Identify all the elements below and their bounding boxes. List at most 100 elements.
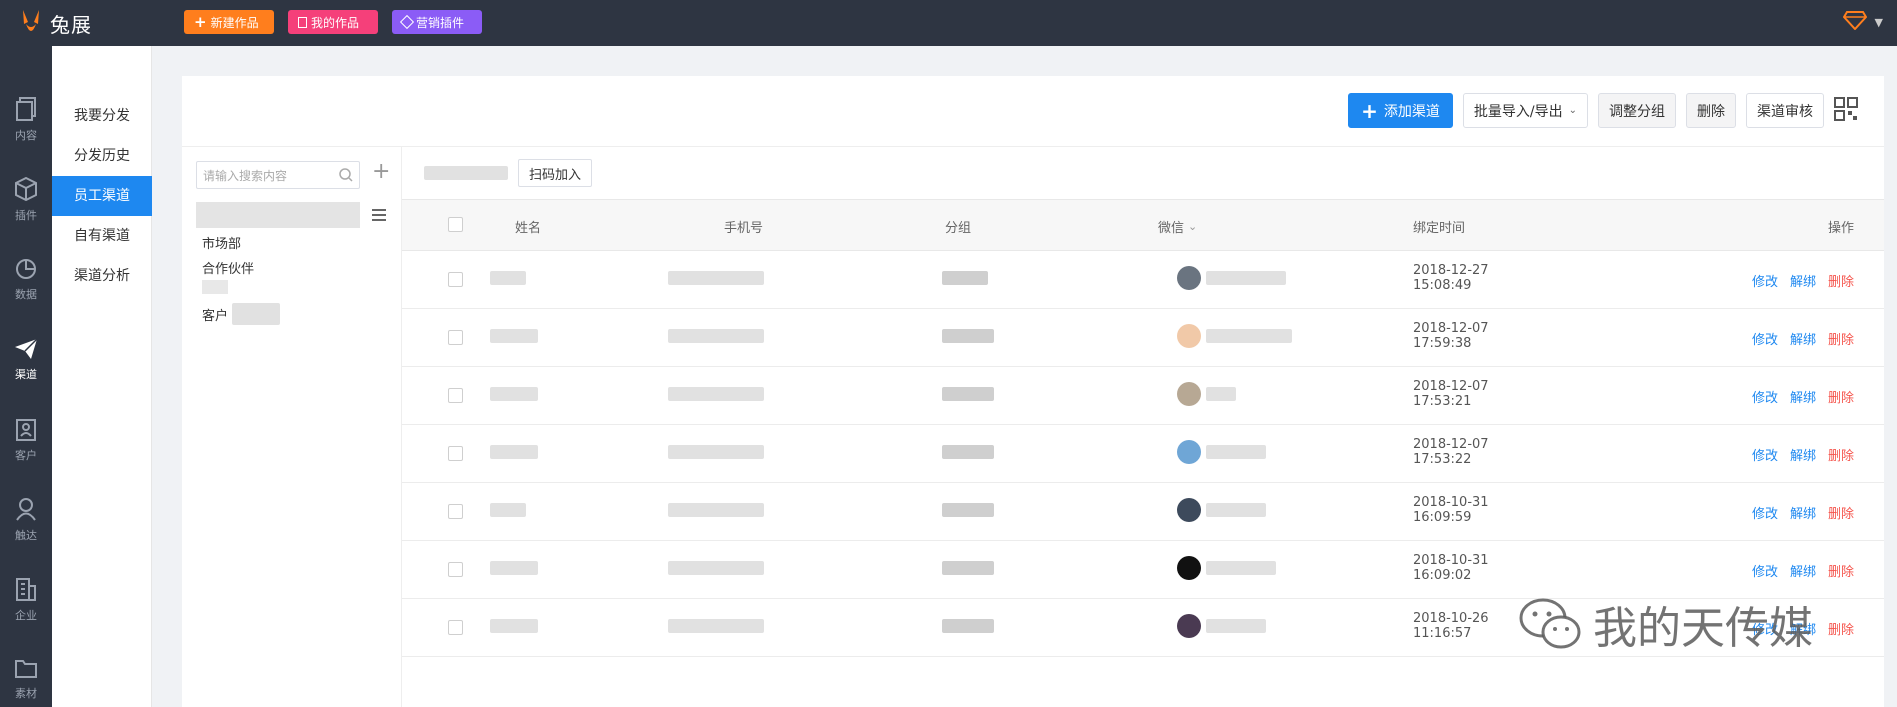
table-row: 2018-12-07 17:53:22 修改 解绑 删除: [402, 425, 1884, 483]
bind-clock: 17:53:22: [1413, 452, 1472, 467]
blurred-name: [490, 619, 538, 633]
blurred-name: [490, 329, 538, 343]
plus-icon: +: [1361, 98, 1378, 123]
bind-clock: 16:09:02: [1413, 568, 1472, 583]
col-wechat[interactable]: 微信 ⌄: [1158, 217, 1197, 236]
rail-item-channel[interactable]: 渠道: [0, 320, 52, 400]
material-icon: [15, 660, 37, 678]
delete-link[interactable]: 删除: [1828, 561, 1854, 580]
subnav-item-channel-analysis[interactable]: 渠道分析: [52, 256, 152, 296]
select-all-checkbox[interactable]: [448, 217, 463, 232]
blurred-wechat: [1206, 271, 1286, 285]
unbind-link[interactable]: 解绑: [1790, 387, 1816, 406]
row-checkbox[interactable]: [448, 504, 463, 519]
blurred-phone: [668, 503, 764, 517]
caret-down-icon[interactable]: ▼: [1875, 16, 1883, 29]
qrcode-icon[interactable]: [1834, 96, 1858, 125]
delete-link[interactable]: 删除: [1828, 271, 1854, 290]
blurred-group: [942, 445, 994, 459]
rail-item-data[interactable]: 数据: [0, 240, 52, 320]
delete-link[interactable]: 删除: [1828, 445, 1854, 464]
bind-clock: 17:59:38: [1413, 336, 1472, 351]
delete-button[interactable]: 删除: [1686, 93, 1736, 128]
col-bind-time: 绑定时间: [1413, 221, 1466, 236]
rail-label: 触达: [15, 529, 37, 542]
group-item-hidden[interactable]: [202, 280, 228, 294]
blurred-group: [942, 503, 994, 517]
add-group-icon[interactable]: +: [372, 159, 390, 184]
bind-clock: 11:16:57: [1413, 626, 1472, 641]
row-checkbox[interactable]: [448, 620, 463, 635]
table-head: 姓名 手机号 分组 微信 ⌄ 绑定时间 操作: [402, 199, 1884, 251]
edit-link[interactable]: 修改: [1752, 503, 1778, 522]
unbind-link[interactable]: 解绑: [1790, 561, 1816, 580]
add-channel-button[interactable]: + 添加渠道: [1348, 93, 1453, 128]
group-item-partner[interactable]: 合作伙伴: [202, 258, 254, 277]
row-checkbox[interactable]: [448, 562, 463, 577]
edit-link[interactable]: 修改: [1752, 387, 1778, 406]
col-name: 姓名: [515, 221, 542, 236]
rail-item-customer[interactable]: 客户: [0, 400, 52, 480]
row-checkbox[interactable]: [448, 272, 463, 287]
scan-join-button[interactable]: 扫码加入: [518, 159, 593, 187]
subnav-item-distribute[interactable]: 我要分发: [52, 96, 152, 136]
unbind-link[interactable]: 解绑: [1790, 445, 1816, 464]
my-works-label: 我的作品: [311, 15, 360, 30]
bind-date: 2018-10-31: [1413, 553, 1489, 568]
marketing-plugin-button[interactable]: 营销插件: [392, 10, 482, 34]
avatar: [1177, 440, 1201, 464]
blurred-name: [490, 561, 538, 575]
batch-import-export-dropdown[interactable]: 批量导入/导出 ⌄: [1462, 93, 1588, 128]
row-checkbox[interactable]: [448, 446, 463, 461]
group-search-input[interactable]: 请输入搜索内容: [196, 161, 360, 189]
edit-link[interactable]: 修改: [1752, 271, 1778, 290]
search-icon[interactable]: [339, 168, 353, 182]
delete-link[interactable]: 删除: [1828, 503, 1854, 522]
row-checkbox[interactable]: [448, 388, 463, 403]
bind-time: 2018-12-07 17:53:21: [1413, 379, 1489, 409]
avatar: [1177, 498, 1201, 522]
avatar: [1177, 324, 1201, 348]
channel-audit-button[interactable]: 渠道审核: [1746, 93, 1824, 128]
row-checkbox[interactable]: [448, 330, 463, 345]
group-item-market[interactable]: 市场部: [202, 233, 241, 252]
avatar: [1177, 266, 1201, 290]
rail-item-plugin[interactable]: 插件: [0, 160, 52, 240]
diamond-icon[interactable]: [1842, 10, 1867, 34]
blurred-group: [942, 561, 994, 575]
rail-label: 素材: [15, 687, 37, 700]
unbind-link[interactable]: 解绑: [1790, 329, 1816, 348]
delete-link[interactable]: 删除: [1828, 619, 1854, 638]
delete-link[interactable]: 删除: [1828, 387, 1854, 406]
blurred-group: [942, 387, 994, 401]
group-item-customer[interactable]: 客户: [202, 303, 281, 325]
subnav-item-own-channels[interactable]: 自有渠道: [52, 216, 152, 256]
delete-link[interactable]: 删除: [1828, 329, 1854, 348]
group-panel: 请输入搜索内容 + 市场部 合作伙伴 客户: [182, 147, 402, 707]
unbind-link[interactable]: 解绑: [1790, 503, 1816, 522]
wechat-icon: [1519, 598, 1581, 649]
rail-item-enterprise[interactable]: 企业: [0, 560, 52, 640]
new-work-button[interactable]: + 新建作品: [184, 10, 274, 34]
group-item-all[interactable]: [196, 202, 360, 228]
unbind-link[interactable]: 解绑: [1790, 271, 1816, 290]
adjust-group-button[interactable]: 调整分组: [1598, 93, 1676, 128]
batch-label: 批量导入/导出: [1473, 103, 1563, 120]
edit-link[interactable]: 修改: [1752, 445, 1778, 464]
rail-item-content[interactable]: 内容: [0, 80, 52, 160]
subnav-item-staff-channels[interactable]: 员工渠道: [52, 176, 152, 216]
blurred-text: [232, 303, 281, 325]
edit-link[interactable]: 修改: [1752, 561, 1778, 580]
rail-item-reach[interactable]: 触达: [0, 480, 52, 560]
rail-item-material[interactable]: 素材: [0, 640, 52, 707]
my-works-button[interactable]: 我的作品: [288, 10, 378, 34]
menu-icon[interactable]: [372, 209, 386, 221]
subnav-item-history[interactable]: 分发历史: [52, 136, 152, 176]
logo[interactable]: 兔展: [18, 6, 92, 40]
blurred-group: [942, 619, 994, 633]
bind-clock: 17:53:21: [1413, 394, 1472, 409]
channel-icon: [15, 338, 38, 359]
edit-link[interactable]: 修改: [1752, 329, 1778, 348]
blurred-phone: [668, 561, 764, 575]
col-phone: 手机号: [724, 221, 764, 236]
